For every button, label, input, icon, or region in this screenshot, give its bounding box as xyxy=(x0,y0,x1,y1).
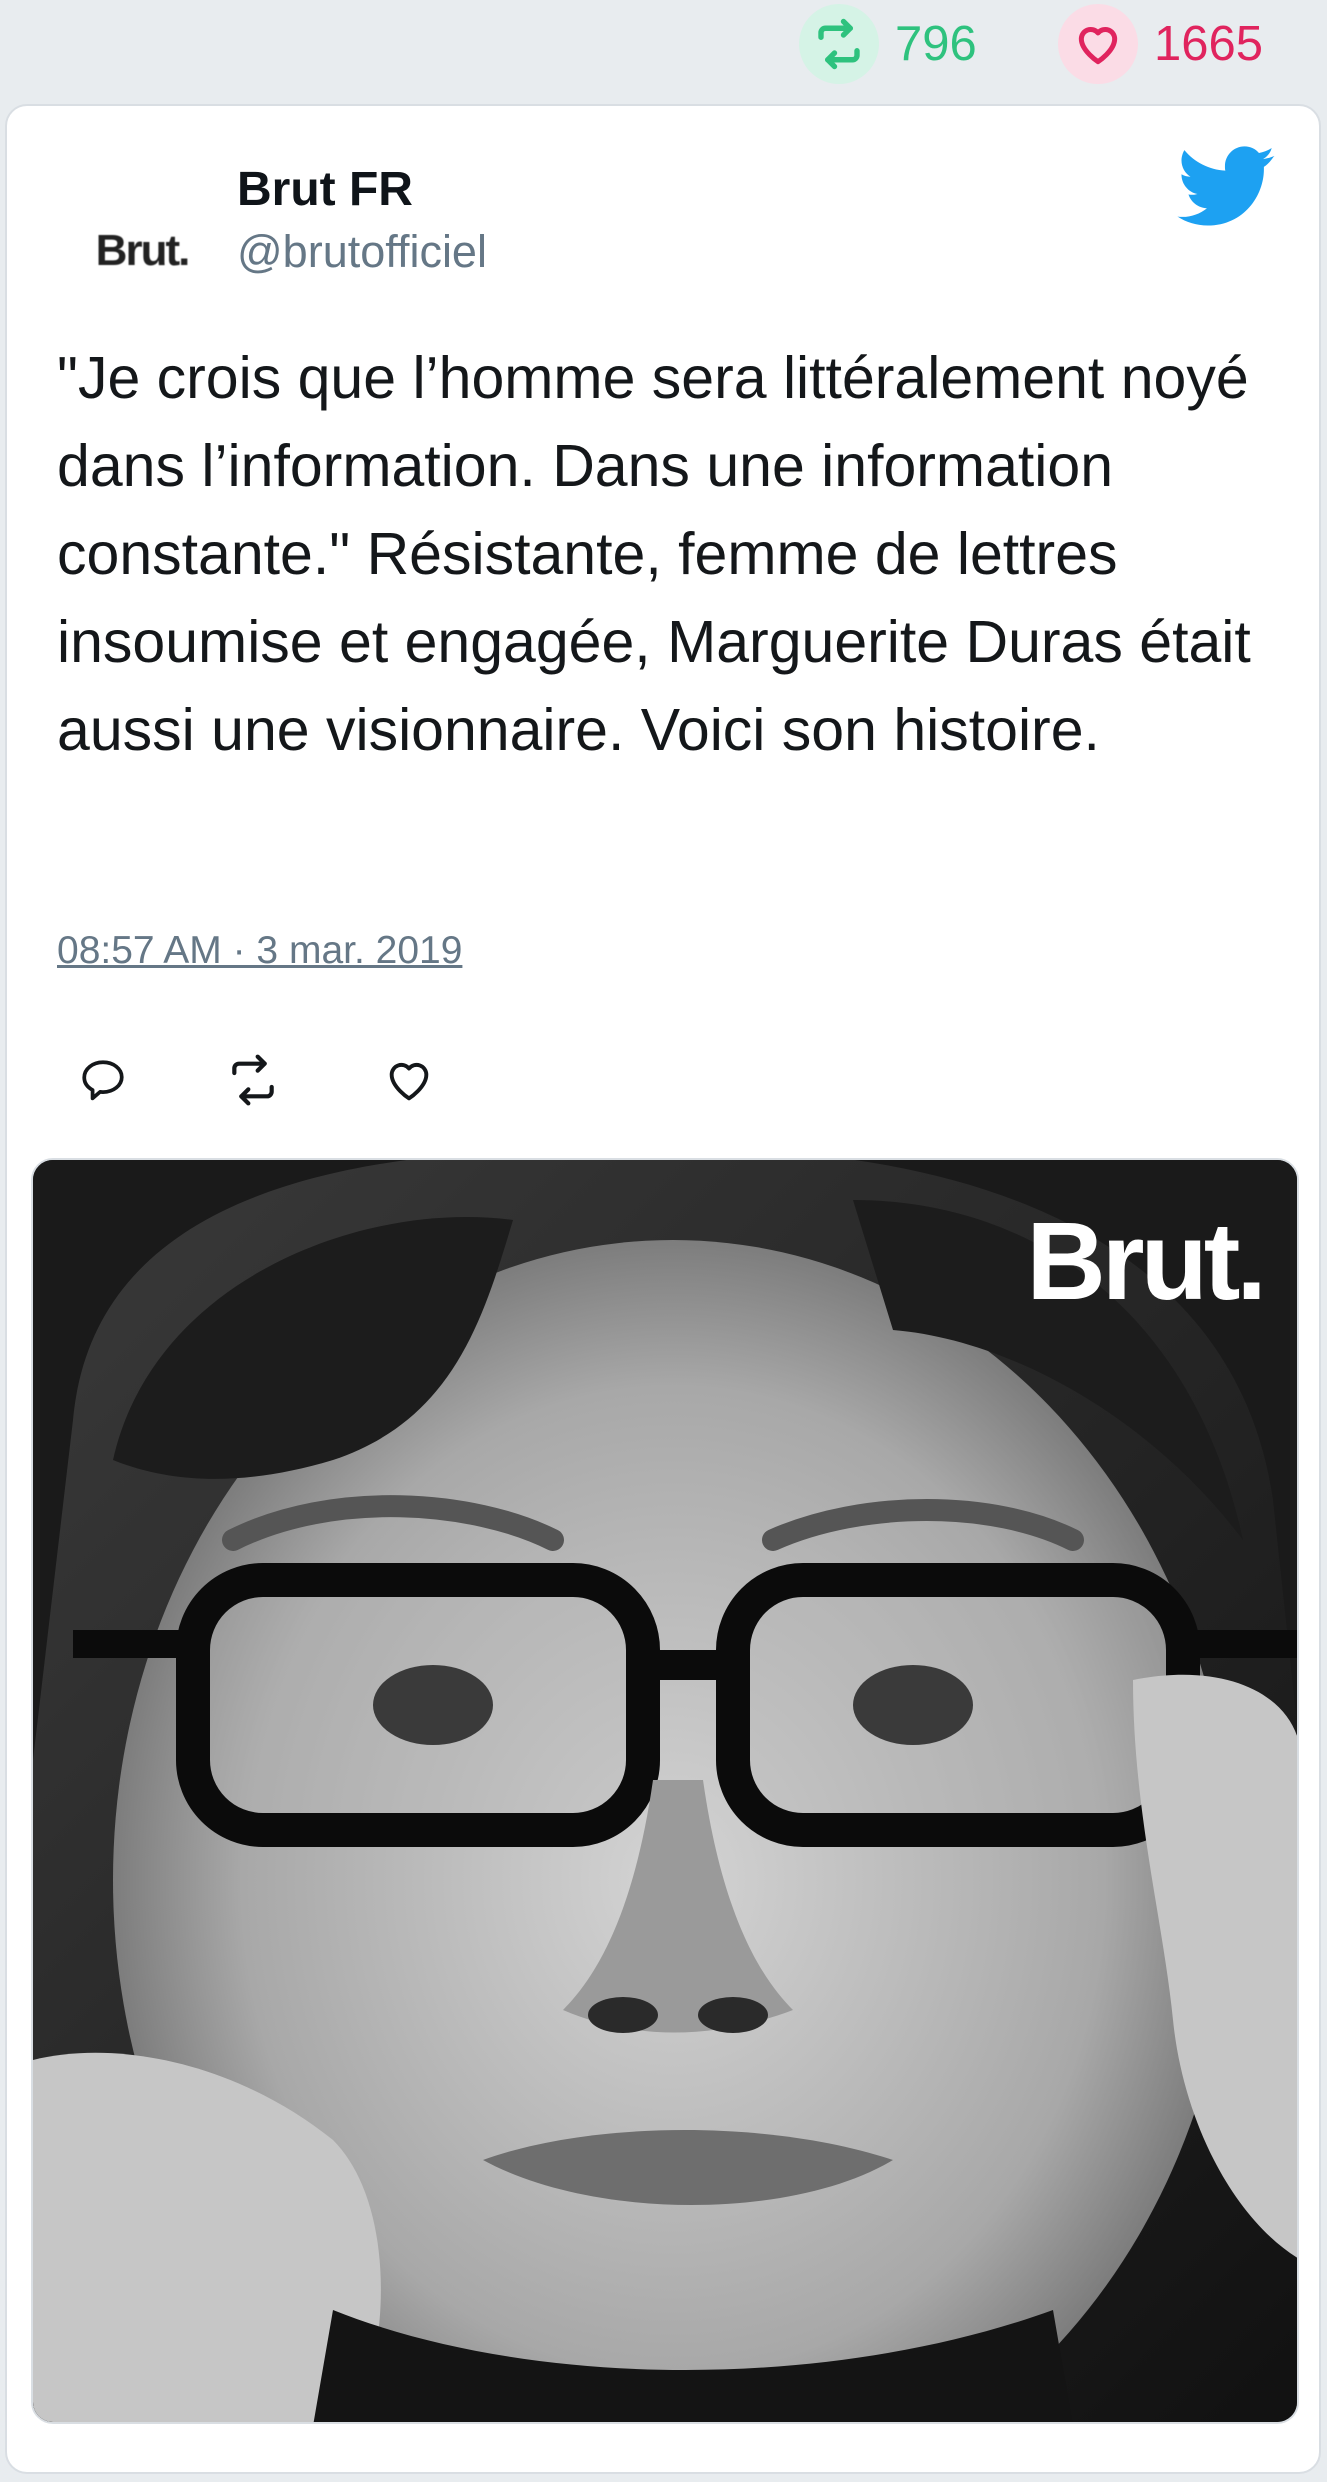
engagement-stats-bar: 796 1665 xyxy=(0,0,1327,100)
reply-button[interactable] xyxy=(71,1048,135,1112)
retweet-count[interactable]: 796 xyxy=(799,4,977,84)
avatar[interactable]: Brut. xyxy=(77,186,207,316)
like-count[interactable]: 1665 xyxy=(1058,4,1263,84)
twitter-bird-icon[interactable] xyxy=(1177,146,1277,228)
portrait-photo xyxy=(33,1160,1297,2422)
retweet-count-value: 796 xyxy=(895,17,977,71)
retweet-icon xyxy=(232,1054,274,1106)
media-watermark: Brut. xyxy=(1026,1200,1267,1323)
like-button[interactable] xyxy=(377,1048,441,1112)
tweet-media-image[interactable]: Brut. xyxy=(31,1158,1299,2424)
retweet-button[interactable] xyxy=(221,1048,285,1112)
retweet-icon xyxy=(799,4,879,84)
tweet-text: "Je crois que l’homme sera littéralement… xyxy=(57,345,1251,763)
tweet-timestamp[interactable]: 08:57 AM · 3 mar. 2019 xyxy=(57,929,462,973)
like-count-value: 1665 xyxy=(1154,17,1264,71)
avatar-logo: Brut. xyxy=(95,226,191,275)
author-handle[interactable]: @brutofficiel xyxy=(237,226,487,278)
reply-icon xyxy=(82,1060,124,1101)
heart-icon xyxy=(1058,4,1138,84)
like-icon xyxy=(389,1062,429,1101)
tweet-card: Brut. Brut FR @brutofficiel "Je crois qu… xyxy=(5,104,1321,2474)
author-name[interactable]: Brut FR xyxy=(237,162,413,217)
